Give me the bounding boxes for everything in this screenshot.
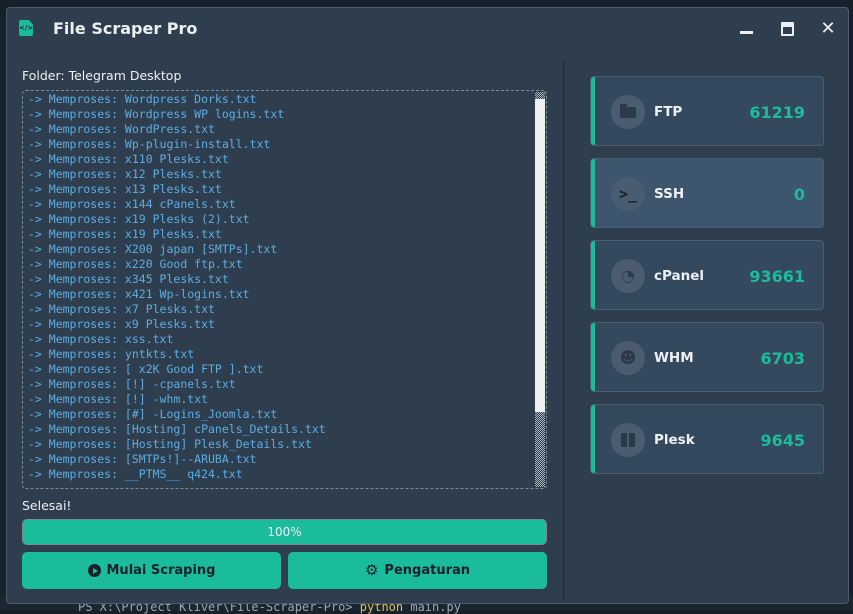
stat-label: SSH: [654, 186, 685, 202]
log-line: -> Memproses: x12 Plesks.txt: [28, 167, 222, 181]
stat-value: 93661: [749, 267, 805, 286]
log-line: -> Memproses: x19 Plesks (2).txt: [28, 212, 250, 226]
stat-card-plesk[interactable]: Plesk 9645: [590, 404, 824, 474]
log-line: -> Memproses: x220 Good ftp.txt: [28, 257, 243, 271]
stat-value: 6703: [760, 349, 805, 368]
log-line: -> Memproses: __PTMS__ q424.txt: [28, 467, 243, 481]
log-line: -> Memproses: x110 Plesks.txt: [28, 152, 229, 166]
log-line: -> Memproses: Wp-plugin-install.txt: [28, 137, 271, 151]
log-line: -> Memproses: [!] -cpanels.txt: [28, 377, 236, 391]
panel-divider: [563, 60, 564, 600]
log-line: -> Memproses: x345 Plesks.txt: [28, 272, 229, 286]
log-line: -> Memproses: x13 Plesks.txt: [28, 182, 222, 196]
stat-label: FTP: [654, 104, 683, 120]
stat-value: 0: [793, 185, 805, 204]
terminal-icon: >_: [611, 177, 645, 211]
log-line: -> Memproses: [Hosting] cPanels_Details.…: [28, 422, 326, 436]
stat-label: WHM: [654, 350, 694, 366]
play-circle-icon: [87, 564, 101, 577]
gear-icon: ⚙: [364, 561, 379, 579]
card-accent: [591, 159, 595, 227]
log-scrollbar-thumb[interactable]: [535, 99, 545, 412]
log-line: -> Memproses: Wordpress Dorks.txt: [28, 92, 257, 106]
stat-label: cPanel: [654, 268, 705, 284]
settings-label: Pengaturan: [384, 563, 471, 578]
log-line: -> Memproses: x421 Wp-logins.txt: [28, 287, 250, 301]
folder-label: Folder: Telegram Desktop: [22, 68, 182, 83]
close-button[interactable]: ✕: [816, 18, 840, 40]
app-window: </> File Scraper Pro ✕ Folder: Telegram …: [6, 7, 849, 604]
stat-value: 61219: [749, 103, 805, 122]
app-code-file-icon: </>: [19, 20, 33, 36]
start-scraping-button[interactable]: Mulai Scraping: [22, 552, 281, 589]
log-line: -> Memproses: [#] -Logins_Joomla.txt: [28, 407, 278, 421]
folder-icon: [611, 95, 645, 129]
stat-card-ftp[interactable]: FTP 61219: [590, 76, 824, 146]
window-title: File Scraper Pro: [53, 19, 198, 38]
progress-bar: 100%: [22, 519, 547, 545]
log-line: -> Memproses: [!] -whm.txt: [28, 392, 209, 406]
stat-value: 9645: [760, 431, 805, 450]
log-line: -> Memproses: [Hosting] Plesk_Details.tx…: [28, 437, 312, 451]
status-text: Selesai!: [22, 498, 72, 513]
log-line: -> Memproses: x144 cPanels.txt: [28, 197, 236, 211]
plesk-icon: [611, 423, 645, 457]
minimize-button[interactable]: [735, 18, 759, 40]
log-lines: -> Memproses: Wordpress Dorks.txt -> Memp…: [28, 92, 326, 482]
log-output[interactable]: -> Memproses: Wordpress Dorks.txt -> Memp…: [22, 90, 547, 489]
stat-card-whm[interactable]: ☻ WHM 6703: [590, 322, 824, 392]
card-accent: [591, 77, 595, 145]
maximize-button[interactable]: [776, 18, 800, 40]
settings-button[interactable]: ⚙ Pengaturan: [288, 552, 547, 589]
start-scraping-label: Mulai Scraping: [106, 563, 216, 578]
log-line: -> Memproses: X200 japan [SMTPs].txt: [28, 242, 278, 256]
log-line: -> Memproses: [ x2K Good FTP ].txt: [28, 362, 264, 376]
dashboard-icon: ◔: [611, 259, 645, 293]
stat-label: Plesk: [654, 432, 695, 448]
log-line: -> Memproses: yntkts.txt: [28, 347, 195, 361]
stat-card-cpanel[interactable]: ◔ cPanel 93661: [590, 240, 824, 310]
users-cog-icon: ☻: [611, 341, 645, 375]
log-line: -> Memproses: Wordpress WP logins.txt: [28, 107, 285, 121]
log-line: -> Memproses: xss.txt: [28, 332, 174, 346]
log-line: -> Memproses: x9 Plesks.txt: [28, 317, 215, 331]
log-line: -> Memproses: [SMTPs!]--ARUBA.txt: [28, 452, 257, 466]
stat-card-ssh[interactable]: >_ SSH 0: [590, 158, 824, 228]
title-bar[interactable]: </> File Scraper Pro ✕: [7, 8, 848, 50]
log-line: -> Memproses: x7 Plesks.txt: [28, 302, 215, 316]
log-line: -> Memproses: WordPress.txt: [28, 122, 215, 136]
log-line: -> Memproses: x19 Plesks.txt: [28, 227, 222, 241]
progress-label: 100%: [267, 525, 302, 539]
card-accent: [591, 405, 595, 473]
card-accent: [591, 241, 595, 309]
card-accent: [591, 323, 595, 391]
